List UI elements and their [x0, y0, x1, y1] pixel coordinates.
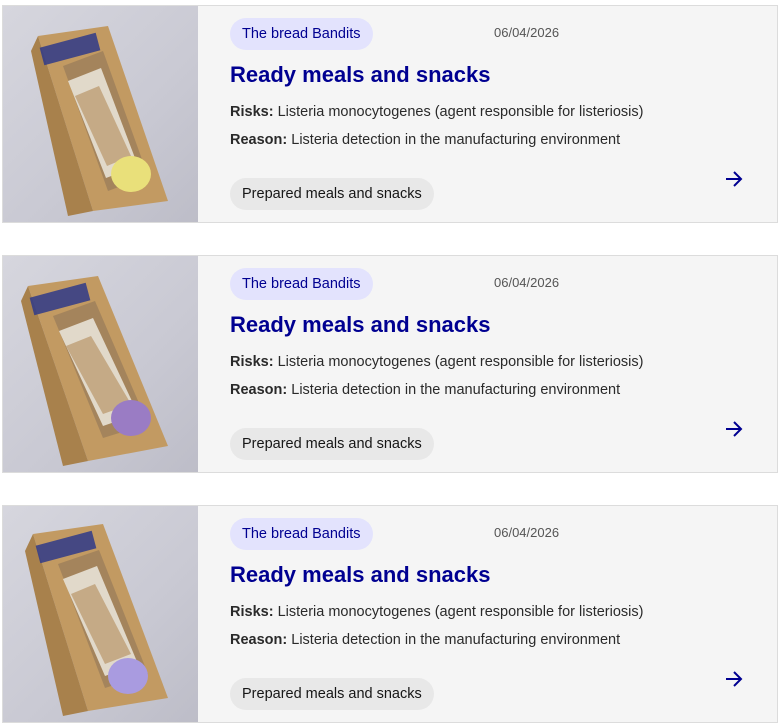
reason-line: Reason: Listeria detection in the manufa… [230, 132, 620, 148]
recall-date: 06/04/2026 [494, 525, 560, 540]
brand-tag: The bread Bandits [230, 18, 373, 50]
reason-line: Reason: Listeria detection in the manufa… [230, 382, 620, 398]
recall-date: 06/04/2026 [494, 275, 560, 290]
risks-text: Listeria monocytogenes (agent responsibl… [277, 604, 644, 620]
sandwich-package-image [31, 26, 168, 216]
recall-card[interactable]: The bread Bandits 06/04/2026 Ready meals… [2, 5, 778, 223]
brand-tag: The bread Bandits [230, 268, 373, 300]
risks-text: Listeria monocytogenes (agent responsibl… [277, 104, 644, 120]
card-content: The bread Bandits 06/04/2026 Ready meals… [198, 6, 777, 222]
card-content: The bread Bandits 06/04/2026 Ready meals… [198, 506, 777, 722]
sandwich-package-image [25, 524, 168, 716]
reason-text: Listeria detection in the manufacturing … [291, 132, 621, 148]
reason-line: Reason: Listeria detection in the manufa… [230, 632, 620, 648]
product-image [3, 506, 198, 722]
sandwich-package-image [21, 276, 168, 466]
card-title[interactable]: Ready meals and snacks [230, 62, 490, 88]
risks-line: Risks: Listeria monocytogenes (agent res… [230, 104, 643, 120]
risks-text: Listeria monocytogenes (agent responsibl… [277, 354, 644, 370]
risks-label: Risks: [230, 104, 274, 120]
recall-card[interactable]: The bread Bandits 06/04/2026 Ready meals… [2, 255, 778, 473]
arrow-right-icon[interactable] [723, 168, 745, 190]
reason-label: Reason: [230, 632, 288, 648]
recall-date: 06/04/2026 [494, 25, 560, 40]
category-chip: Prepared meals and snacks [230, 428, 434, 460]
risks-line: Risks: Listeria monocytogenes (agent res… [230, 354, 643, 370]
reason-text: Listeria detection in the manufacturing … [291, 632, 621, 648]
reason-label: Reason: [230, 382, 288, 398]
reason-label: Reason: [230, 132, 288, 148]
recall-card[interactable]: The bread Bandits 06/04/2026 Ready meals… [2, 505, 778, 723]
risks-label: Risks: [230, 354, 274, 370]
arrow-right-icon[interactable] [723, 418, 745, 440]
product-image [3, 6, 198, 222]
category-chip: Prepared meals and snacks [230, 678, 434, 710]
card-content: The bread Bandits 06/04/2026 Ready meals… [198, 256, 777, 472]
risks-line: Risks: Listeria monocytogenes (agent res… [230, 604, 643, 620]
arrow-right-icon[interactable] [723, 668, 745, 690]
risks-label: Risks: [230, 604, 274, 620]
card-title[interactable]: Ready meals and snacks [230, 562, 490, 588]
product-image [3, 256, 198, 472]
card-title[interactable]: Ready meals and snacks [230, 312, 490, 338]
reason-text: Listeria detection in the manufacturing … [291, 382, 621, 398]
category-chip: Prepared meals and snacks [230, 178, 434, 210]
brand-tag: The bread Bandits [230, 518, 373, 550]
